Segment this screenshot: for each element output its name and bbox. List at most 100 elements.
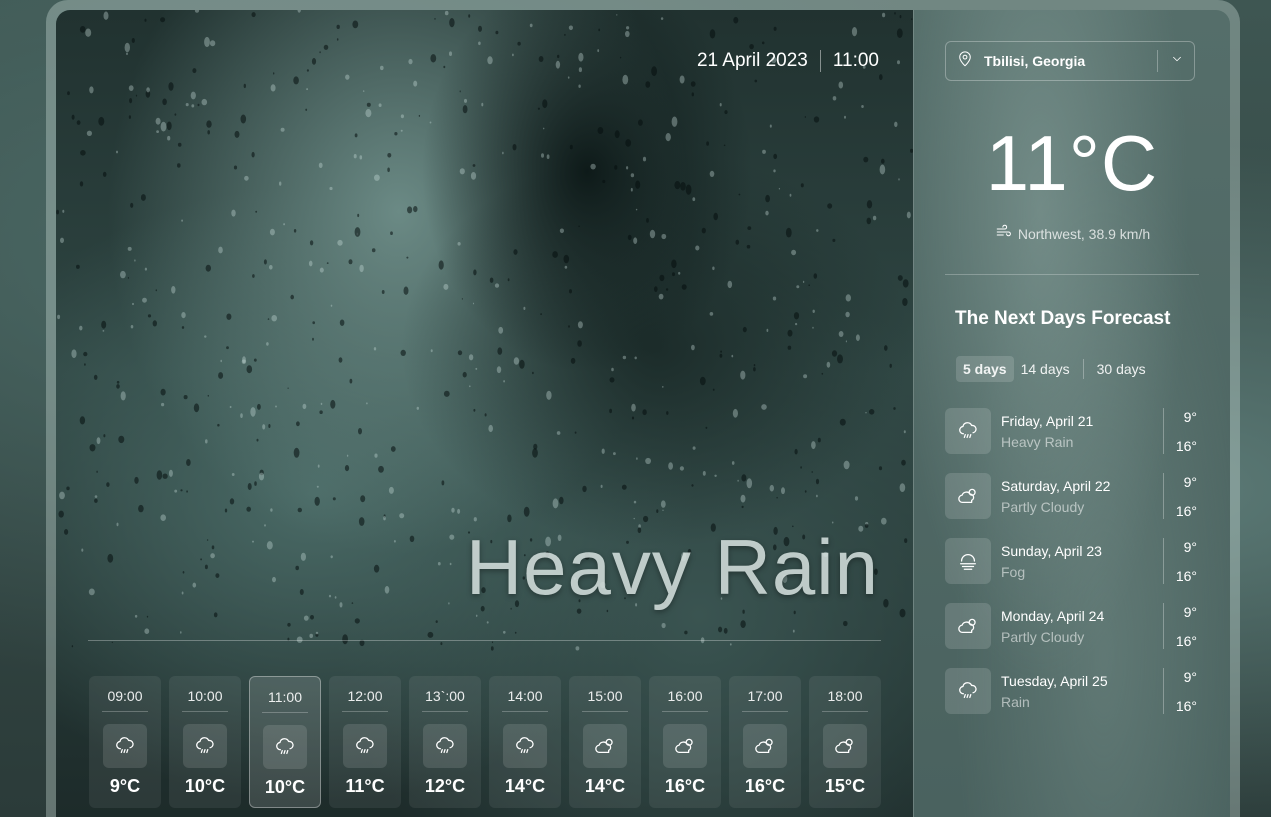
day-name: Saturday, April 22 — [1001, 477, 1111, 494]
rain-drop — [211, 545, 215, 550]
rain-drop — [269, 228, 275, 236]
rain-drop — [769, 484, 774, 492]
rain-drop — [812, 309, 815, 313]
rain-drop — [134, 476, 139, 484]
rain-drop — [523, 506, 530, 517]
rain-drop — [645, 457, 651, 465]
rain-drop — [290, 294, 294, 300]
hour-card[interactable]: 17:00 16°C — [729, 676, 801, 808]
hour-card[interactable]: 10:00 10°C — [169, 676, 241, 808]
rain-drop — [457, 508, 461, 514]
rain-drop — [633, 517, 635, 520]
rain-drop — [58, 510, 64, 518]
rain-drop — [845, 340, 848, 343]
day-row[interactable]: Sunday, April 23 Fog 9° 16° — [945, 538, 1197, 584]
hour-temp: 16°C — [664, 776, 706, 796]
rain-drop — [556, 431, 561, 435]
rain-drop — [85, 28, 92, 37]
rain-drop — [96, 470, 98, 473]
rain-drop — [352, 20, 359, 29]
rain-drop — [861, 105, 864, 108]
hour-divider — [262, 712, 308, 713]
hour-card[interactable]: 15:00 14°C — [569, 676, 641, 808]
rain-cloud-icon — [945, 408, 991, 454]
rain-drop — [201, 98, 208, 106]
rain-drop — [399, 513, 405, 519]
tab-14-days[interactable]: 14 days — [1014, 356, 1077, 382]
rain-drop — [461, 298, 463, 300]
rain-drop — [400, 349, 406, 356]
day-row[interactable]: Saturday, April 22 Partly Cloudy 9° 16° — [945, 473, 1197, 519]
hour-temp: 9°C — [109, 776, 141, 796]
rain-drop — [441, 480, 445, 486]
rain-drop — [168, 469, 173, 477]
rain-drop — [116, 380, 120, 384]
hour-card[interactable]: 09:00 9°C — [89, 676, 161, 808]
rain-drop — [251, 12, 256, 18]
rain-drop — [293, 76, 299, 85]
day-condition: Rain — [1001, 693, 1030, 710]
rain-drop — [155, 117, 161, 125]
rain-drop — [866, 200, 873, 209]
rain-drop — [691, 92, 694, 97]
rain-drop — [699, 376, 706, 386]
rain-drop — [318, 162, 323, 168]
rain-drop — [795, 322, 798, 326]
rain-drop — [869, 409, 875, 415]
hour-temp: 12°C — [424, 776, 466, 796]
hour-temp: 10°C — [184, 776, 226, 796]
rain-drop — [152, 320, 157, 327]
rain-drop — [257, 403, 261, 410]
rain-drop — [684, 630, 688, 635]
rain-drop — [449, 562, 452, 566]
rain-drop — [418, 114, 421, 117]
rain-drop — [661, 622, 666, 629]
rain-drop — [502, 151, 504, 155]
chevron-down-icon[interactable] — [1170, 52, 1184, 71]
rain-drop — [297, 507, 302, 513]
rain-drop — [532, 371, 534, 375]
rain-drop — [310, 615, 314, 620]
rain-drop — [378, 103, 382, 107]
hour-card-selected[interactable]: 11:00 10°C — [249, 676, 321, 808]
rain-drop — [883, 598, 889, 608]
rain-drop — [351, 602, 354, 604]
rain-drop — [297, 10, 301, 13]
rain-drop — [854, 496, 859, 501]
rain-drop — [319, 267, 324, 273]
tab-5-days[interactable]: 5 days — [956, 356, 1014, 382]
rain-drop — [413, 206, 418, 213]
rain-drop — [845, 311, 850, 318]
rain-drop — [712, 266, 715, 271]
rain-drop — [94, 495, 98, 498]
location-select[interactable]: Tbilisi, Georgia — [945, 41, 1195, 81]
rain-drop — [177, 142, 182, 147]
rain-drop — [569, 144, 573, 150]
rain-drop — [713, 212, 718, 221]
rain-drop — [366, 402, 368, 405]
day-row[interactable]: Friday, April 21 Heavy Rain 9° 16° — [945, 408, 1197, 454]
rain-drop — [651, 66, 657, 77]
hour-card[interactable]: 14:00 14°C — [489, 676, 561, 808]
day-row[interactable]: Tuesday, April 25 Rain 9° 16° — [945, 668, 1197, 714]
rain-drop — [832, 238, 836, 242]
rain-drop — [475, 614, 478, 617]
day-row[interactable]: Monday, April 24 Partly Cloudy 9° 16° — [945, 603, 1197, 649]
hour-card[interactable]: 18:00 15°C — [809, 676, 881, 808]
hour-card[interactable]: 16:00 16°C — [649, 676, 721, 808]
rain-drop — [812, 326, 814, 329]
tab-30-days[interactable]: 30 days — [1090, 356, 1153, 382]
hour-card[interactable]: 12:00 11°C — [329, 676, 401, 808]
rain-drop — [430, 349, 433, 353]
rain-drop — [671, 259, 677, 269]
partly-cloudy-icon — [945, 473, 991, 519]
rain-drop — [443, 65, 446, 69]
hour-card[interactable]: 13`:00 12°C — [409, 676, 481, 808]
rain-drop — [66, 486, 70, 491]
rain-drop — [336, 38, 339, 41]
rain-drop — [844, 115, 846, 119]
hour-time: 16:00 — [667, 688, 703, 704]
location-separator — [1157, 50, 1158, 72]
rain-drop — [660, 500, 666, 508]
rain-drop — [538, 56, 544, 62]
